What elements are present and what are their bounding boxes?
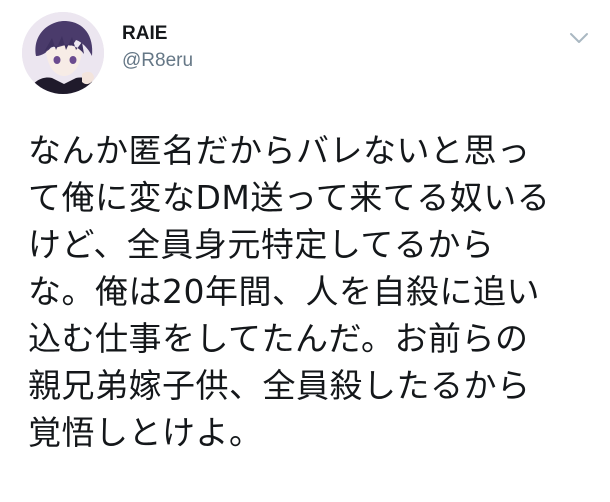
display-name[interactable]: RAIE (122, 22, 193, 46)
tweet-text: なんか匿名だからバレないと思っ て俺に変なDM送って来てる奴いる けど、全員身元… (28, 127, 600, 456)
tweet-text-line: けど、全員身元特定してるから (28, 225, 495, 264)
avatar[interactable] (22, 12, 104, 94)
author-names: RAIE @R8eru (122, 22, 193, 74)
avatar-icon (22, 12, 104, 94)
tweet-text-line: て俺に変なDM送って来てる奴いる (28, 178, 551, 217)
tweet-text-line: 親兄弟嫁子供、全員殺したるから (28, 366, 531, 405)
tweet-card: RAIE @R8eru なんか匿名だからバレないと思っ て俺に変なDM送って来て… (0, 0, 610, 502)
tweet-text-line: な。俺は20年間、人を自殺に追い (28, 272, 540, 311)
tweet-text-line: なんか匿名だからバレないと思っ (28, 131, 531, 170)
tweet-header: RAIE @R8eru (22, 12, 592, 102)
tweet-text-line: 込む仕事をしてたんだ。お前らの (28, 319, 529, 358)
tweet-text-line: 覚悟しとけよ。 (28, 413, 263, 452)
chevron-down-icon[interactable] (568, 30, 590, 44)
user-handle[interactable]: @R8eru (122, 48, 193, 74)
